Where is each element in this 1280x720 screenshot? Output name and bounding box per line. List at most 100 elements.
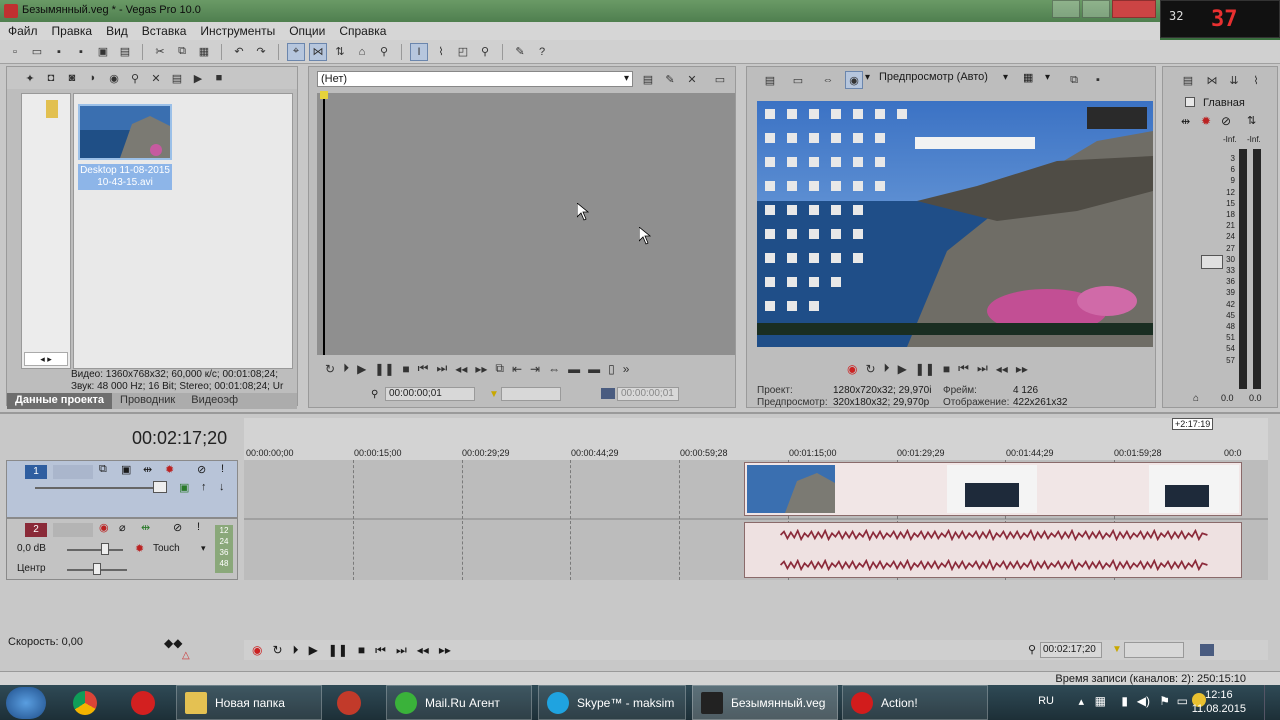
- volume-icon[interactable]: ◀): [1137, 694, 1150, 708]
- loop-icon[interactable]: ↻: [325, 362, 335, 376]
- speed-slider-icon[interactable]: ◆◆: [164, 636, 182, 650]
- track-fx-icon[interactable]: ▣: [121, 463, 131, 476]
- loop-icon[interactable]: ↻: [272, 643, 282, 657]
- play-icon[interactable]: ▶: [357, 362, 366, 376]
- mixer-dim-icon[interactable]: ⇊: [1225, 71, 1243, 89]
- composite-icon[interactable]: ⇹: [143, 463, 152, 476]
- undo-icon[interactable]: ↶: [230, 43, 248, 61]
- parent-composite-icon[interactable]: ▣: [179, 481, 189, 494]
- minimize-button[interactable]: [1052, 0, 1080, 18]
- opera-taskbar-icon[interactable]: [124, 687, 162, 718]
- media-bin-tree[interactable]: ◂ ▸: [21, 93, 71, 369]
- close-button[interactable]: [1112, 0, 1156, 18]
- make-child-icon[interactable]: ↑: [201, 481, 207, 493]
- more-icon[interactable]: »: [623, 362, 630, 376]
- split-screen-icon[interactable]: ◉: [845, 71, 863, 89]
- trimmer-window-icon[interactable]: ▭: [711, 70, 729, 88]
- save-icon[interactable]: ▪: [50, 43, 68, 61]
- remove-media-icon[interactable]: ◗: [84, 69, 102, 87]
- stop-icon[interactable]: ■: [943, 362, 950, 376]
- lock-icon[interactable]: ⌂: [1193, 393, 1199, 404]
- master-checkbox[interactable]: [1185, 97, 1195, 107]
- tab-project-media[interactable]: Данные проекта: [7, 393, 113, 409]
- go-to-start-icon[interactable]: ⏮: [375, 643, 386, 658]
- master-fx-icon[interactable]: ⇹: [1181, 115, 1190, 128]
- trimmer-media-select[interactable]: (Нет): [317, 71, 633, 87]
- taskbar-vegas[interactable]: Безымянный.veg: [692, 685, 838, 720]
- import-media-icon[interactable]: ✦: [21, 69, 39, 87]
- menu-insert[interactable]: Вставка: [142, 24, 187, 38]
- play-from-start-icon[interactable]: ⏵: [343, 361, 349, 376]
- lock-envelopes-icon[interactable]: ⌂: [353, 43, 371, 61]
- overlays-icon[interactable]: ▦: [1023, 71, 1033, 84]
- chevron-down-icon[interactable]: ▾: [201, 543, 206, 554]
- pause-icon[interactable]: ❚❚: [915, 362, 935, 376]
- chevron-down-icon[interactable]: ▾: [1045, 72, 1050, 83]
- stop-icon[interactable]: ■: [358, 643, 365, 657]
- delete-icon[interactable]: ✕: [147, 69, 165, 87]
- automation-mode[interactable]: Touch: [153, 543, 180, 554]
- make-parent-icon[interactable]: ↓: [219, 481, 225, 493]
- loop-icon[interactable]: ↻: [865, 362, 875, 376]
- ccleaner-taskbar-icon[interactable]: [330, 687, 368, 718]
- stop-icon[interactable]: ■: [210, 69, 228, 87]
- tab-explorer[interactable]: Проводник: [112, 393, 183, 409]
- menu-file[interactable]: Файл: [8, 24, 38, 38]
- volume-slider-thumb[interactable]: [101, 543, 109, 555]
- play-icon[interactable]: ▶: [309, 643, 318, 657]
- trim-tool-icon[interactable]: ▯: [608, 362, 615, 376]
- solo-icon[interactable]: !: [221, 463, 224, 475]
- stop-icon[interactable]: ■: [402, 362, 409, 376]
- help-icon[interactable]: ✎: [511, 43, 529, 61]
- action-center-icon[interactable]: ⚑: [1159, 694, 1170, 708]
- redo-icon[interactable]: ↷: [252, 43, 270, 61]
- trim-tool-icon[interactable]: ⇤: [512, 362, 522, 376]
- folder-icon[interactable]: [46, 100, 58, 118]
- media-clip-name[interactable]: Desktop 11-08-2015 10-43-15.avi: [78, 164, 172, 190]
- go-to-end-icon[interactable]: ⏭: [436, 361, 447, 376]
- opacity-slider-track[interactable]: [35, 487, 167, 489]
- audio-track-header[interactable]: 2 ◉ ⌀ ⇹ ⊘ ! 0,0 dB ✹ Touch ▾ Центр 12 24: [6, 518, 238, 580]
- menu-options[interactable]: Опции: [289, 24, 325, 38]
- maximize-button[interactable]: [1082, 0, 1110, 18]
- play-from-start-icon[interactable]: ⏵: [884, 361, 890, 376]
- solo-icon[interactable]: !: [197, 521, 200, 533]
- trimmer-marker[interactable]: [320, 91, 328, 99]
- next-frame-icon[interactable]: ▸▸: [439, 643, 451, 657]
- taskbar-mailru-agent[interactable]: Mail.Ru Агент: [386, 685, 532, 720]
- trimmer-fx-icon[interactable]: ✎: [661, 70, 679, 88]
- trimmer-time-length[interactable]: [501, 387, 561, 401]
- whats-this-icon[interactable]: ?: [533, 43, 551, 61]
- trim-tool-icon[interactable]: ▬: [568, 362, 580, 376]
- record-icon[interactable]: ◉: [252, 643, 262, 657]
- pause-icon[interactable]: ❚❚: [374, 362, 394, 376]
- trim-tool-icon[interactable]: ⧉: [495, 361, 504, 376]
- render-icon[interactable]: ▣: [94, 43, 112, 61]
- previous-frame-icon[interactable]: ◂◂: [996, 362, 1008, 376]
- media-thumbnail[interactable]: [78, 104, 172, 160]
- trimmer-time-out[interactable]: 00:00:00;01: [617, 387, 679, 401]
- automation-icon[interactable]: ✹: [135, 542, 144, 555]
- signal-icon[interactable]: ▮: [1121, 694, 1128, 708]
- taskbar-skype[interactable]: Skype™ - maksim: [538, 685, 686, 720]
- taskbar-new-folder[interactable]: Новая папка: [176, 685, 322, 720]
- play-from-start-icon[interactable]: ⏵: [293, 643, 299, 658]
- language-indicator[interactable]: RU: [1038, 695, 1054, 707]
- ripple-edit-icon[interactable]: ⇅: [331, 43, 349, 61]
- show-desktop-button[interactable]: [1264, 685, 1280, 720]
- menu-edit[interactable]: Правка: [52, 24, 93, 38]
- mixer-insert-icon[interactable]: ▤: [1179, 71, 1197, 89]
- menu-view[interactable]: Вид: [106, 24, 128, 38]
- mixer-fx-icon[interactable]: ⌇: [1247, 71, 1265, 89]
- master-auto-icon[interactable]: ✹: [1201, 114, 1211, 128]
- capture-video-icon[interactable]: ◘: [42, 69, 60, 87]
- zoom-tool-icon[interactable]: ⚲: [476, 43, 494, 61]
- previous-frame-icon[interactable]: ◂◂: [455, 362, 467, 376]
- play-icon[interactable]: ▶: [898, 362, 907, 376]
- master-volume-fader[interactable]: [1201, 255, 1223, 269]
- system-clock[interactable]: 12:16 11.08.2015: [1192, 688, 1246, 716]
- go-to-end-icon[interactable]: ⏭: [396, 643, 407, 658]
- video-output-fx-icon[interactable]: ▤: [761, 71, 779, 89]
- get-media-icon[interactable]: ◙: [63, 69, 81, 87]
- invert-phase-icon[interactable]: ⌀: [119, 521, 126, 534]
